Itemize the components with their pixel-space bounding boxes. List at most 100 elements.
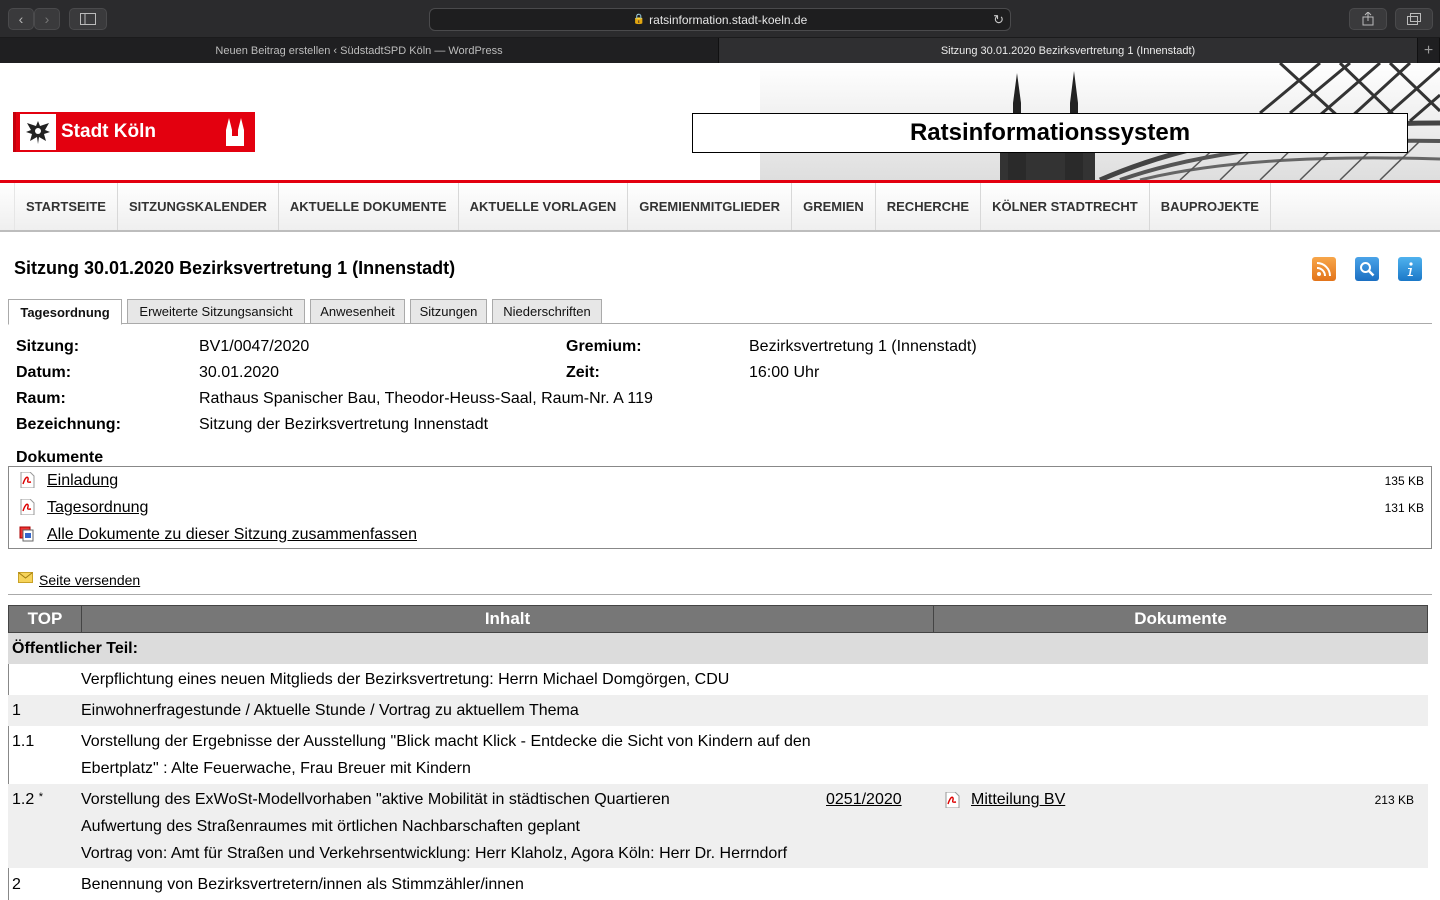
info-button[interactable] — [1398, 257, 1422, 281]
vorlage-link[interactable]: 0251/2020 — [826, 791, 902, 809]
zeit-value: 16:00 Uhr — [749, 364, 820, 381]
nav-koelner-stadtrecht[interactable]: KÖLNER STADTRECHT — [981, 183, 1150, 230]
document-link-tagesordnung[interactable]: Tagesordnung — [47, 499, 148, 517]
header-top: TOP — [9, 606, 82, 632]
tab-anwesenheit[interactable]: Anwesenheit — [310, 299, 405, 324]
pdf-icon — [945, 792, 960, 808]
page-title: Sitzung 30.01.2020 Bezirksvertretung 1 (… — [14, 258, 456, 278]
header-inhalt: Inhalt — [82, 606, 934, 632]
agenda-text: Vorstellung des ExWoSt-Modellvorhaben "a… — [81, 791, 670, 808]
logo-text: Stadt Köln — [61, 121, 156, 142]
session-tabs: Tagesordnung Erweiterte Sitzungsansicht … — [8, 299, 1432, 325]
document-row: Einladung 135 KB — [19, 470, 1429, 492]
envelope-icon — [18, 572, 33, 583]
document-link-einladung[interactable]: Einladung — [47, 472, 118, 490]
agenda-section-oeffentlich: Öffentlicher Teil: — [8, 633, 1428, 664]
tabs-icon — [1407, 13, 1421, 25]
nav-gremien[interactable]: GREMIEN — [792, 183, 876, 230]
rss-icon — [1316, 262, 1331, 277]
agenda-text: Verpflichtung eines neuen Mitglieds der … — [81, 671, 730, 688]
gremium-label: Gremium: — [566, 338, 642, 355]
documents-heading: Dokumente — [16, 449, 104, 466]
table-row: 1.2 * Vorstellung des ExWoSt-Modellvorha… — [8, 784, 1428, 868]
document-row: Tagesordnung 131 KB — [19, 497, 1429, 519]
datum-value: 30.01.2020 — [199, 364, 280, 381]
agenda-text: Vorstellung der Ergebnisse der Ausstellu… — [81, 733, 811, 750]
nav-sitzungskalender[interactable]: SITZUNGSKALENDER — [118, 183, 279, 230]
rss-button[interactable] — [1312, 257, 1336, 281]
back-button[interactable]: ‹ — [8, 8, 34, 30]
search-icon — [1360, 262, 1375, 277]
tab-erweiterte-sitzungsansicht[interactable]: Erweiterte Sitzungsansicht — [127, 299, 305, 324]
agenda-number: 1 — [12, 702, 21, 719]
tab-sitzungen[interactable]: Sitzungen — [410, 299, 487, 324]
address-url: ratsinformation.stadt-koeln.de — [649, 12, 808, 27]
system-title: Ratsinformationssystem — [692, 113, 1408, 153]
eagle-emblem-icon — [20, 114, 56, 150]
search-button[interactable] — [1355, 257, 1379, 281]
lock-icon: 🔒 — [632, 14, 646, 25]
agenda-star: * — [38, 791, 43, 803]
zeit-label: Zeit: — [566, 364, 600, 381]
new-tab-button[interactable]: + — [1418, 38, 1440, 63]
agenda-number: 1.1 — [12, 733, 35, 750]
bezeichnung-value: Sitzung der Bezirksvertretung Innenstadt — [199, 416, 489, 433]
forward-button[interactable]: › — [34, 8, 60, 30]
mitteilung-bv-link[interactable]: Mitteilung BV — [971, 791, 1065, 809]
browser-tab-sitzung[interactable]: Sitzung 30.01.2020 Bezirksvertretung 1 (… — [719, 38, 1418, 63]
sidebar-toggle-button[interactable] — [69, 8, 107, 30]
share-icon — [1362, 12, 1374, 26]
browser-tab-wordpress[interactable]: Neuen Beitrag erstellen ‹ SüdstadtSPD Kö… — [0, 38, 719, 63]
divider — [8, 594, 1432, 595]
agenda-text: Vortrag von: Amt für Straßen und Verkehr… — [81, 845, 788, 862]
agenda-text: Einwohnerfragestunde / Aktuelle Stunde /… — [81, 702, 579, 719]
bezeichnung-label: Bezeichnung: — [16, 416, 121, 433]
document-size: 131 KB — [1384, 501, 1424, 515]
sitzung-value: BV1/0047/2020 — [199, 338, 310, 355]
nav-recherche[interactable]: RECHERCHE — [876, 183, 982, 230]
agenda-table-header: TOP Inhalt Dokumente — [8, 605, 1428, 633]
document-size: 135 KB — [1384, 474, 1424, 488]
raum-value: Rathaus Spanischer Bau, Theodor-Heuss-Sa… — [199, 390, 653, 407]
main-navigation: STARTSEITE SITZUNGSKALENDER AKTUELLE DOK… — [0, 183, 1440, 232]
tabs-overview-button[interactable] — [1395, 8, 1433, 30]
agenda-number: 1.2 * — [12, 791, 43, 809]
document-link-alle-dokumente[interactable]: Alle Dokumente zu dieser Sitzung zusamme… — [47, 526, 417, 544]
nav-startseite[interactable]: STARTSEITE — [14, 183, 118, 230]
agenda-number-text: 1.2 — [12, 791, 35, 808]
share-button[interactable] — [1349, 8, 1387, 30]
address-bar[interactable]: 🔒 ratsinformation.stadt-koeln.de ↻ — [429, 8, 1011, 31]
send-page-link[interactable]: Seite versenden — [39, 572, 140, 588]
table-row: 2 Benennung von Bezirksvertretern/innen … — [8, 868, 1428, 900]
document-size: 213 KB — [1374, 793, 1414, 807]
tab-niederschriften[interactable]: Niederschriften — [492, 299, 602, 324]
merge-documents-icon — [19, 526, 34, 542]
agenda-text: Benennung von Bezirksvertretern/innen al… — [81, 876, 524, 893]
agenda-text: Ebertplatz" : Alte Feuerwache, Frau Breu… — [81, 760, 471, 777]
table-row: Verpflichtung eines neuen Mitglieds der … — [8, 664, 1428, 695]
nav-aktuelle-dokumente[interactable]: AKTUELLE DOKUMENTE — [279, 183, 459, 230]
tab-tagesordnung[interactable]: Tagesordnung — [8, 299, 122, 325]
pdf-icon — [20, 472, 35, 488]
raum-label: Raum: — [16, 390, 66, 407]
agenda-text: Aufwertung des Straßenraumes mit örtlich… — [81, 818, 580, 835]
sidebar-icon — [80, 13, 96, 25]
stadt-koeln-logo[interactable]: Stadt Köln — [13, 112, 255, 152]
table-row: 1 Einwohnerfragestunde / Aktuelle Stunde… — [8, 695, 1428, 726]
datum-label: Datum: — [16, 364, 72, 381]
reload-icon[interactable]: ↻ — [993, 12, 1004, 28]
header-dokumente: Dokumente — [1134, 609, 1227, 628]
pdf-icon — [20, 499, 35, 515]
table-row: 1.1 Vorstellung der Ergebnisse der Ausst… — [8, 726, 1428, 784]
nav-aktuelle-vorlagen[interactable]: AKTUELLE VORLAGEN — [459, 183, 629, 230]
browser-toolbar: ‹ › 🔒 ratsinformation.stadt-koeln.de ↻ — [0, 0, 1440, 38]
cathedral-logo-icon — [226, 118, 244, 146]
nav-bauprojekte[interactable]: BAUPROJEKTE — [1150, 183, 1271, 230]
sitzung-label: Sitzung: — [16, 338, 80, 355]
info-icon — [1407, 262, 1413, 276]
document-row: Alle Dokumente zu dieser Sitzung zusamme… — [19, 524, 1429, 546]
nav-gremienmitglieder[interactable]: GREMIENMITGLIEDER — [628, 183, 793, 230]
documents-box: Einladung 135 KB Tagesordnung 131 KB All… — [8, 466, 1432, 549]
gremium-value: Bezirksvertretung 1 (Innenstadt) — [749, 338, 977, 355]
site-header: Stadt Köln Ratsinformationssystem — [0, 63, 1440, 180]
